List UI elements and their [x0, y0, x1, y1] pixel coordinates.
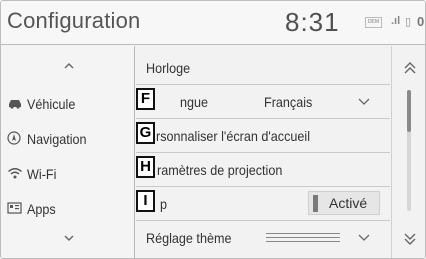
- list-item-theme[interactable]: Réglage thème: [136, 221, 390, 255]
- settings-list: Horloge ngue Français F rsonnaliser l'éc…: [136, 46, 390, 258]
- language-value: Français: [264, 94, 313, 110]
- sidebar-item-apps[interactable]: Apps: [7, 196, 131, 220]
- toggle-label: Activé: [329, 195, 368, 211]
- wifi-icon: [8, 168, 22, 179]
- list-item-projection[interactable]: ramètres de projection H: [136, 153, 390, 187]
- sidebar-item-vehicule[interactable]: Véhicule: [7, 91, 131, 115]
- status-area: ᴰᴱᴹ .ıl ▯ 0: [365, 14, 425, 31]
- sidebar-scroll-up-icon[interactable]: [63, 60, 75, 72]
- battery-icon: ▯: [405, 16, 412, 28]
- list-item-accueil[interactable]: rsonnaliser l'écran d'accueil G: [136, 119, 390, 153]
- list-item-label: rsonnaliser l'écran d'accueil: [156, 128, 310, 144]
- double-chevron-down-icon[interactable]: [403, 232, 417, 246]
- callout-marker: G: [136, 122, 155, 144]
- callout-marker: I: [136, 190, 155, 212]
- list-item-label: p: [160, 196, 168, 212]
- sidebar-scroll-down-icon[interactable]: [63, 232, 75, 244]
- signal-icon: .ıl: [391, 15, 401, 27]
- apps-icon: [7, 202, 22, 214]
- clock: 8:31: [285, 7, 340, 37]
- chevron-down-icon: [358, 98, 370, 105]
- scroll-thumb[interactable]: [407, 90, 411, 132]
- list-item-toggle[interactable]: p I Activé: [136, 187, 390, 221]
- chevron-down-icon: [358, 234, 370, 241]
- navigation-icon: [7, 131, 21, 145]
- theme-preview: [266, 233, 340, 243]
- sidebar-item-label: Wi-Fi: [27, 166, 57, 183]
- sidebar-item-wifi[interactable]: Wi-Fi: [7, 161, 131, 185]
- scroll-track[interactable]: [407, 90, 411, 211]
- sidebar: Véhicule Navigation Wi-Fi Apps: [1, 46, 135, 258]
- list-item-label: Réglage thème: [146, 230, 232, 246]
- list-item-horloge[interactable]: Horloge: [136, 51, 390, 85]
- scrollbar: [391, 46, 425, 258]
- settings-screen: Configuration 8:31 ᴰᴱᴹ .ıl ▯ 0 Véhicule …: [0, 0, 426, 259]
- car-icon: [9, 100, 21, 109]
- status-zero: 0: [417, 14, 425, 29]
- callout-marker: F: [136, 88, 155, 110]
- list-item-label: ramètres de projection: [157, 162, 283, 178]
- sidebar-item-navigation[interactable]: Navigation: [7, 126, 131, 150]
- sidebar-item-label: Apps: [27, 201, 56, 218]
- sidebar-item-label: Véhicule: [27, 96, 76, 113]
- double-chevron-up-icon[interactable]: [403, 61, 417, 75]
- list-item-label: Horloge: [146, 60, 191, 76]
- sidebar-item-label: Navigation: [27, 131, 87, 148]
- toggle-knob: [313, 195, 318, 212]
- list-item-label: ngue: [180, 94, 209, 110]
- callout-marker: H: [136, 156, 155, 178]
- list-item-langue[interactable]: ngue Français F: [136, 85, 390, 119]
- header-bar: Configuration 8:31 ᴰᴱᴹ .ıl ▯ 0: [1, 1, 425, 45]
- toggle-switch[interactable]: Activé: [308, 191, 380, 215]
- page-title: Configuration: [7, 8, 141, 33]
- dem-badge-icon: ᴰᴱᴹ: [365, 17, 383, 28]
